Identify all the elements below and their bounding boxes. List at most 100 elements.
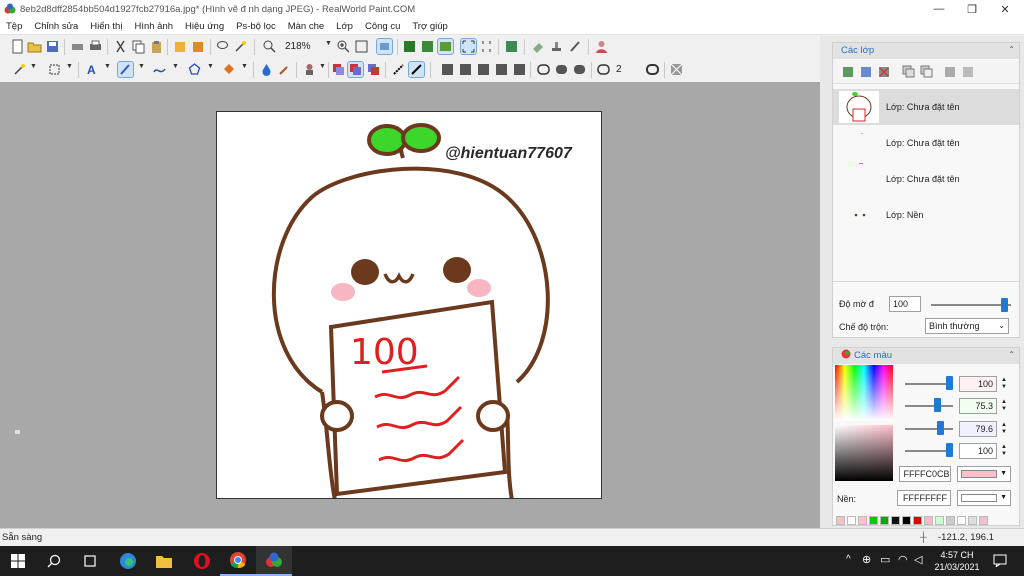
new-file-icon[interactable] — [10, 39, 25, 54]
hue-picker[interactable] — [835, 365, 893, 421]
image-canvas[interactable]: 100 @hientuan77607 — [216, 111, 602, 499]
palette-swatch[interactable] — [935, 516, 944, 525]
crop-marks-icon[interactable] — [479, 39, 494, 54]
menu-layer[interactable]: Lớp — [330, 21, 359, 32]
drop-tool-icon[interactable] — [259, 62, 274, 77]
layer-item[interactable]: Lớp: Chưa đặt tên — [833, 89, 1019, 125]
palette-swatch[interactable] — [869, 516, 878, 525]
brush-shape-icon[interactable] — [596, 62, 611, 77]
palette-swatch[interactable] — [880, 516, 889, 525]
eyedropper-icon[interactable] — [277, 62, 292, 77]
combine-mode-3-icon[interactable] — [366, 62, 381, 77]
primary-hex-input[interactable]: FFFFC0CB — [899, 466, 951, 482]
fill-bucket-icon[interactable] — [221, 62, 236, 77]
duplicate-layer-icon[interactable] — [901, 64, 916, 79]
background-hex-input[interactable]: FFFFFFFF — [897, 490, 951, 506]
palette-swatch[interactable] — [902, 516, 911, 525]
zoom-in-icon[interactable] — [336, 39, 351, 54]
delete-layer-icon[interactable] — [877, 64, 892, 79]
notifications-icon[interactable] — [993, 554, 1007, 567]
redo-icon[interactable] — [191, 39, 206, 54]
antialias-off-icon[interactable] — [391, 62, 406, 77]
menu-ps-filters[interactable]: Ps-bộ lọc — [230, 21, 282, 32]
layer-item[interactable]: Lớp: Chưa đặt tên — [833, 125, 1019, 161]
paste-icon[interactable] — [149, 39, 164, 54]
picture-icon[interactable] — [504, 39, 519, 54]
magic-tool-icon[interactable] — [12, 62, 27, 77]
palette-swatch[interactable] — [957, 516, 966, 525]
menu-view[interactable]: Hiển thị — [84, 21, 128, 32]
tray-up-icon[interactable]: ^ — [846, 554, 851, 565]
print-icon[interactable] — [88, 39, 103, 54]
wifi-tray-icon[interactable]: ◠ — [898, 553, 908, 566]
magic-wand-icon[interactable] — [233, 39, 248, 54]
menu-tools[interactable]: Công cụ — [359, 21, 406, 32]
menu-effects[interactable]: Hiệu ứng — [179, 21, 230, 32]
text-dropdown-icon[interactable]: ▼ — [104, 63, 111, 70]
background-color-select[interactable]: ▼ — [957, 490, 1011, 506]
menu-edit[interactable]: Chỉnh sửa — [28, 21, 84, 32]
brush-settings-icon[interactable] — [568, 39, 583, 54]
channel-knob-2[interactable] — [934, 398, 941, 412]
stamp-icon[interactable] — [549, 39, 564, 54]
polygon-tool-icon[interactable] — [187, 62, 202, 77]
antialias-on-icon[interactable] — [408, 61, 425, 78]
channel-input-3[interactable]: 79.6 — [959, 421, 997, 437]
palette-swatch[interactable] — [891, 516, 900, 525]
shade-picker[interactable] — [835, 425, 893, 481]
brush-tool-icon[interactable] — [117, 61, 134, 78]
shape-filled-icon[interactable] — [554, 62, 569, 77]
primary-color-select[interactable]: ▼ — [957, 466, 1011, 482]
lasso-icon[interactable] — [215, 39, 230, 54]
clone-tool-icon[interactable] — [302, 62, 317, 77]
selection-handles-icon[interactable] — [460, 38, 477, 55]
taskbar-chrome[interactable] — [220, 546, 256, 576]
copy-icon[interactable] — [131, 39, 146, 54]
channel-knob-1[interactable] — [946, 376, 953, 390]
channel-slider-3[interactable] — [905, 428, 953, 430]
layer-settings-icon[interactable] — [961, 64, 976, 79]
menu-image[interactable]: Hình ảnh — [128, 21, 179, 32]
collapse-colors-icon[interactable]: ⌃ — [1008, 350, 1015, 359]
selection-dropdown-icon[interactable]: ▼ — [66, 63, 73, 70]
palette-swatch[interactable] — [924, 516, 933, 525]
collapse-layers-icon[interactable]: ⌃ — [1008, 45, 1015, 54]
channel-input-2[interactable]: 75.3 — [959, 398, 997, 414]
user-icon[interactable] — [594, 39, 609, 54]
fill-dropdown-icon[interactable]: ▼ — [241, 63, 248, 70]
combine-mode-1-icon[interactable] — [331, 62, 346, 77]
zoom-out-icon[interactable] — [262, 39, 277, 54]
opacity-input[interactable]: 100 — [889, 296, 921, 312]
save-icon[interactable] — [45, 39, 60, 54]
menu-mask[interactable]: Màn che — [282, 21, 330, 32]
channel-input-4[interactable]: 100 — [959, 443, 997, 459]
add-layer-icon[interactable] — [841, 64, 856, 79]
selection-tool-icon[interactable] — [47, 62, 62, 77]
fill-style-5-icon[interactable] — [512, 62, 527, 77]
palette-swatch[interactable] — [913, 516, 922, 525]
shape-outline-icon[interactable] — [536, 62, 551, 77]
clock[interactable]: 4:57 CH 21/03/2021 — [932, 549, 982, 573]
zoom-dropdown-icon[interactable]: ▼ — [325, 40, 332, 47]
volume-tray-icon[interactable]: ◁ — [914, 553, 922, 566]
palette-swatch[interactable] — [836, 516, 845, 525]
fill-style-1-icon[interactable] — [440, 62, 455, 77]
minimize-button[interactable]: — — [922, 0, 956, 18]
palette-swatch[interactable] — [847, 516, 856, 525]
combine-mode-2-icon[interactable] — [347, 61, 364, 78]
channel-input-1[interactable]: 100 — [959, 376, 997, 392]
opacity-slider-track[interactable] — [931, 304, 1011, 306]
spin-4-icon[interactable]: ▲ ▼ — [1001, 444, 1007, 458]
blend-mode-select[interactable]: Bình thường ⌄ — [925, 318, 1009, 334]
fill-style-2-icon[interactable] — [458, 62, 473, 77]
merge-layer-icon[interactable] — [919, 64, 934, 79]
brush-size-preview-icon[interactable] — [645, 62, 660, 77]
scan-icon[interactable] — [70, 39, 85, 54]
channel-slider-2[interactable] — [905, 405, 953, 407]
edit-layer-icon[interactable] — [859, 64, 874, 79]
zoom-level[interactable]: 218% — [285, 39, 325, 55]
image-view-icon[interactable] — [437, 38, 454, 55]
polygon-dropdown-icon[interactable]: ▼ — [207, 63, 214, 70]
layer-item[interactable]: Lớp: Chưa đặt tên — [833, 161, 1019, 197]
palette-swatch[interactable] — [858, 516, 867, 525]
